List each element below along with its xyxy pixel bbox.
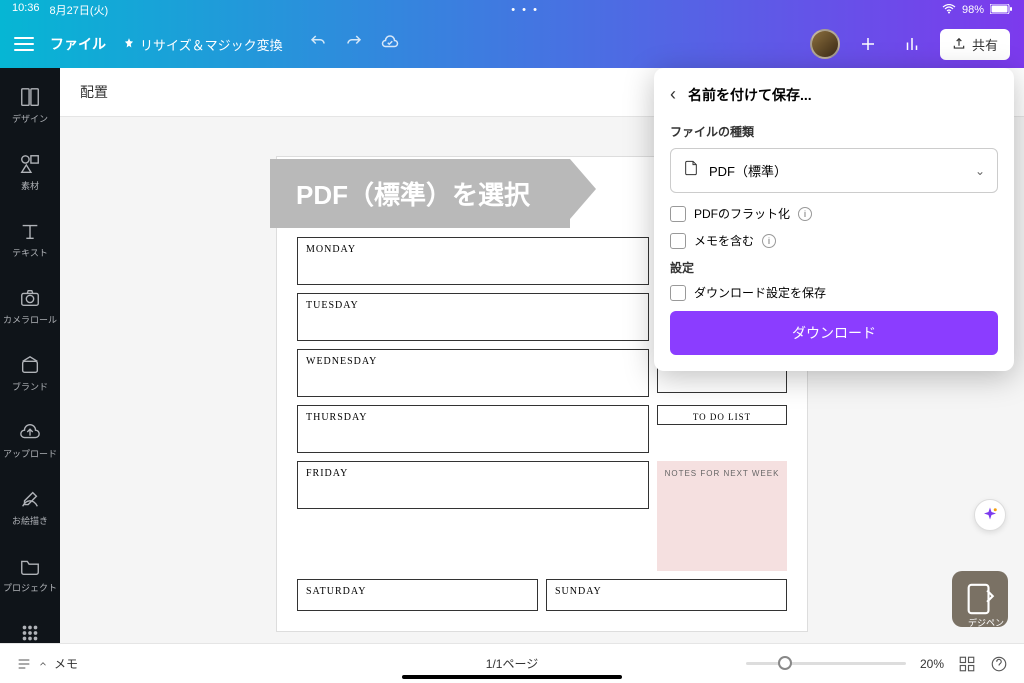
status-time: 10:36 bbox=[12, 2, 40, 18]
back-icon[interactable]: ‹ bbox=[670, 84, 676, 105]
cloud-sync-icon[interactable] bbox=[381, 33, 399, 56]
thursday-box[interactable]: THURSDAY bbox=[297, 405, 649, 453]
sidebar-item-camera[interactable]: カメラロール bbox=[0, 283, 60, 330]
add-icon[interactable] bbox=[852, 28, 884, 60]
flatten-checkbox[interactable]: PDFのフラット化 i bbox=[670, 205, 998, 222]
chevron-down-icon: ⌄ bbox=[975, 164, 985, 178]
todo-box[interactable]: TO DO LIST bbox=[657, 405, 787, 425]
sparkle-fab[interactable] bbox=[974, 499, 1006, 531]
sidebar-item-design[interactable]: デザイン bbox=[0, 82, 60, 129]
left-sidebar: デザイン 素材 テキスト カメラロール ブランド アップロード お絵描き プロ bbox=[0, 68, 60, 643]
battery-percent: 98% bbox=[962, 4, 984, 16]
notes-box[interactable]: NOTES FOR NEXT WEEK bbox=[657, 461, 787, 571]
include-memo-checkbox[interactable]: メモを含む i bbox=[670, 232, 998, 249]
save-dl-settings-checkbox[interactable]: ダウンロード設定を保存 bbox=[670, 284, 998, 301]
resize-magic-button[interactable]: リサイズ＆マジック変換 bbox=[122, 35, 283, 54]
multitask-dots[interactable]: • • • bbox=[511, 4, 539, 16]
status-date: 8月27日(火) bbox=[50, 2, 109, 18]
pdf-icon bbox=[683, 159, 699, 182]
tuesday-box[interactable]: TUESDAY bbox=[297, 293, 649, 341]
monday-box[interactable]: MONDAY bbox=[297, 237, 649, 285]
sidebar-item-elements[interactable]: 素材 bbox=[0, 149, 60, 196]
wifi-icon bbox=[942, 4, 956, 17]
sidebar-item-brand[interactable]: ブランド bbox=[0, 350, 60, 397]
info-icon[interactable]: i bbox=[798, 207, 812, 221]
zoom-value: 20% bbox=[920, 657, 944, 671]
download-button[interactable]: ダウンロード bbox=[670, 311, 998, 355]
file-type-select[interactable]: PDF（標準） ⌄ bbox=[670, 148, 998, 193]
sunday-box[interactable]: SUNDAY bbox=[546, 579, 787, 611]
page-indicator[interactable]: 1/1ページ bbox=[486, 655, 538, 672]
undo-icon[interactable] bbox=[309, 33, 327, 56]
friday-box[interactable]: FRIDAY bbox=[297, 461, 649, 509]
info-icon[interactable]: i bbox=[762, 234, 776, 248]
file-menu[interactable]: ファイル bbox=[50, 34, 106, 54]
saturday-box[interactable]: SATURDAY bbox=[297, 579, 538, 611]
sidebar-item-upload[interactable]: アップロード bbox=[0, 417, 60, 464]
sidebar-item-draw[interactable]: お絵描き bbox=[0, 484, 60, 531]
panel-title: 名前を付けて保存... bbox=[688, 85, 812, 105]
zoom-slider[interactable] bbox=[746, 662, 906, 665]
file-type-label: ファイルの種類 bbox=[670, 123, 998, 140]
digipen-badge[interactable]: デジペン bbox=[952, 571, 1008, 627]
instruction-overlay: PDF（標準）を選択 bbox=[270, 159, 570, 228]
menu-icon[interactable] bbox=[14, 37, 34, 51]
sidebar-item-projects[interactable]: プロジェクト bbox=[0, 551, 60, 598]
help-icon[interactable] bbox=[990, 655, 1008, 673]
redo-icon[interactable] bbox=[345, 33, 363, 56]
wednesday-box[interactable]: WEDNESDAY bbox=[297, 349, 649, 397]
status-bar: 10:36 8月27日(火) • • • 98% bbox=[0, 0, 1024, 20]
avatar[interactable] bbox=[810, 29, 840, 59]
sidebar-item-text[interactable]: テキスト bbox=[0, 216, 60, 263]
grid-view-icon[interactable] bbox=[958, 655, 976, 673]
insights-icon[interactable] bbox=[896, 28, 928, 60]
export-panel: ‹ 名前を付けて保存... ファイルの種類 PDF（標準） ⌄ PDFのフラット… bbox=[654, 68, 1014, 371]
top-toolbar: ファイル リサイズ＆マジック変換 共有 bbox=[0, 20, 1024, 68]
share-button[interactable]: 共有 bbox=[940, 29, 1010, 60]
memo-button[interactable]: メモ bbox=[16, 655, 78, 672]
battery-icon bbox=[990, 4, 1012, 17]
home-indicator[interactable] bbox=[402, 675, 622, 679]
settings-label: 設定 bbox=[670, 259, 998, 276]
